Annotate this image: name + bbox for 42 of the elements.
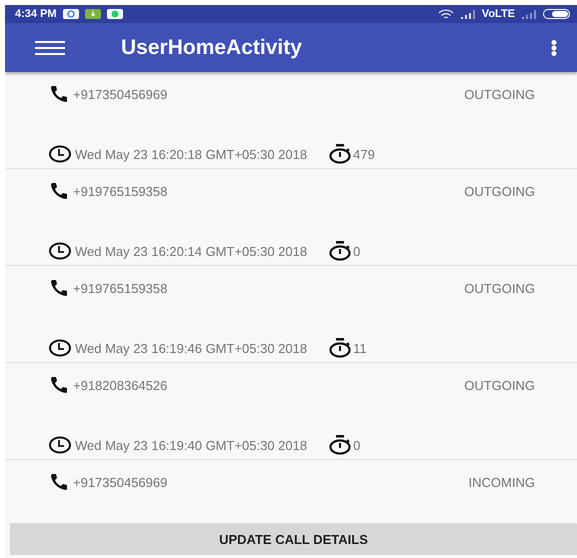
call-duration: 0: [353, 244, 360, 258]
update-call-details-button[interactable]: UPDATE CALL DETAILS: [10, 523, 577, 555]
signal-icon: [460, 9, 476, 19]
call-direction: OUTGOING: [464, 184, 535, 198]
call-date: Wed May 23 16:20:18 GMT+05:30 2018: [75, 146, 308, 162]
stopwatch-icon: [329, 338, 352, 358]
call-date: Wed May 23 16:20:14 GMT+05:30 2018: [75, 244, 308, 258]
phone-icon: [49, 279, 69, 297]
menu-icon[interactable]: [35, 40, 65, 54]
stopwatch-icon: [329, 144, 352, 164]
phone-icon: [49, 473, 69, 491]
phone-number: +918208364526: [73, 378, 168, 392]
phone-icon: [49, 182, 69, 200]
signal-icon: [521, 9, 537, 19]
clock-icon: [49, 436, 71, 454]
more-icon[interactable]: [551, 40, 557, 56]
call-direction: INCOMING: [468, 474, 535, 490]
download-icon: [84, 9, 101, 19]
call-direction: OUTGOING: [464, 378, 535, 392]
app-title: UserHomeActivity: [121, 36, 303, 60]
call-direction: OUTGOING: [464, 86, 535, 102]
stopwatch-icon: [329, 241, 352, 261]
call-date: Wed May 23 16:19:40 GMT+05:30 2018: [75, 438, 308, 452]
call-duration: 11: [353, 340, 367, 356]
wifi-icon: [438, 8, 454, 20]
phone-icon: [49, 85, 69, 103]
phone-number: +917350456969: [73, 474, 168, 490]
phone-number: +919765159358: [73, 184, 168, 198]
call-date: Wed May 23 16:19:46 GMT+05:30 2018: [75, 340, 308, 356]
phone-number: +919765159358: [73, 280, 168, 296]
phone-number: +917350456969: [73, 86, 168, 102]
stopwatch-icon: [329, 435, 352, 455]
status-time: 4:34 PM: [15, 8, 57, 20]
battery-icon: [543, 9, 571, 19]
phone-icon: [49, 376, 69, 394]
call-duration: 479: [353, 146, 375, 162]
clock-icon: [49, 145, 71, 163]
call-duration: 0: [353, 438, 360, 452]
clock-icon: [49, 242, 71, 260]
clock-icon: [49, 339, 71, 357]
network-label: VoLTE: [482, 8, 515, 20]
call-direction: OUTGOING: [464, 280, 535, 296]
